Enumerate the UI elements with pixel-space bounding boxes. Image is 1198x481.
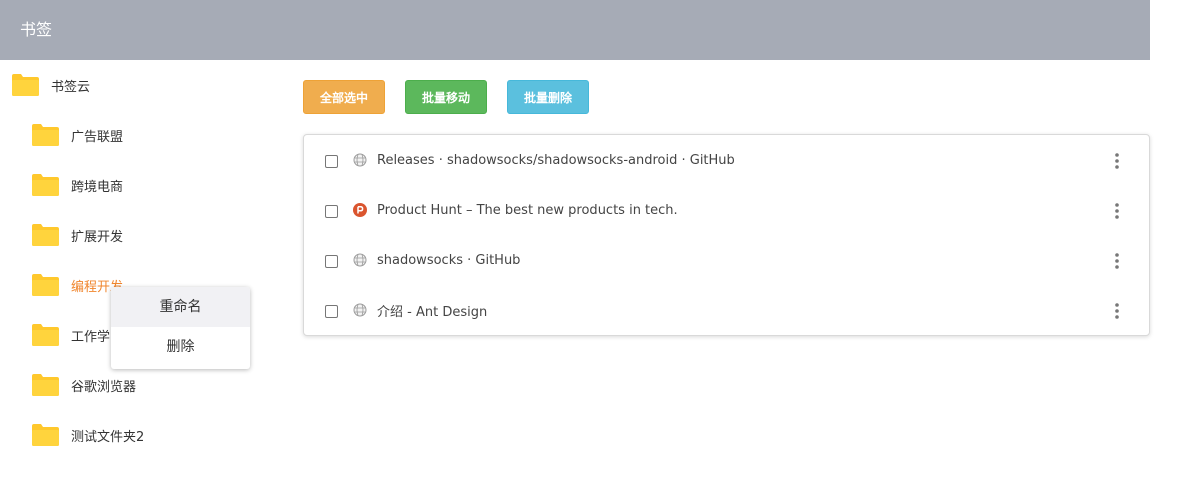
bookmark-title[interactable]: shadowsocks · GitHub: [377, 253, 520, 268]
bookmark-title[interactable]: Releases · shadowsocks/shadowsocks-andro…: [377, 153, 735, 168]
tree-item-root[interactable]: 书签云: [12, 74, 90, 96]
tree-item-folder[interactable]: 扩展开发: [32, 224, 123, 246]
tree-item-label: 扩展开发: [71, 229, 124, 245]
bookmark-list: Releases · shadowsocks/shadowsocks-andro…: [303, 134, 1150, 336]
bookmark-checkbox[interactable]: [325, 305, 338, 318]
tree-item-label: 谷歌浏览器: [71, 379, 137, 395]
bookmark-row: shadowsocks · GitHub: [304, 235, 1149, 285]
more-vertical-icon[interactable]: [1111, 152, 1123, 170]
app-header: 书签: [0, 0, 1150, 60]
tree-item-folder[interactable]: 跨境电商: [32, 174, 123, 196]
tree-item-label: 书签云: [51, 79, 91, 95]
bookmark-title[interactable]: Product Hunt – The best new products in …: [377, 203, 678, 218]
tree-item-label: 跨境电商: [71, 179, 124, 195]
folder-icon: [32, 174, 59, 196]
bookmark-checkbox[interactable]: [325, 255, 338, 268]
folder-icon: [32, 224, 59, 246]
tree-item-folder[interactable]: 谷歌浏览器: [32, 374, 136, 396]
rename-menu-item[interactable]: 重命名: [111, 287, 250, 327]
more-vertical-icon[interactable]: [1111, 302, 1123, 320]
more-vertical-icon[interactable]: [1111, 252, 1123, 270]
bookmark-row: 介绍 - Ant Design: [304, 285, 1149, 335]
select-all-button[interactable]: 全部选中: [303, 80, 385, 114]
tree-item-label: 测试文件夹2: [71, 429, 145, 445]
bookmark-checkbox[interactable]: [325, 155, 338, 168]
tree-item-label: 工作学: [71, 329, 111, 345]
globe-icon: [353, 153, 367, 167]
delete-menu-item[interactable]: 删除: [111, 327, 250, 367]
folder-icon: [32, 374, 59, 396]
tree-item-folder[interactable]: 测试文件夹2: [32, 424, 144, 446]
folder-icon: [12, 74, 39, 96]
tree-item-label: 广告联盟: [71, 129, 124, 145]
folder-icon: [32, 124, 59, 146]
globe-icon: [353, 303, 367, 317]
globe-icon: [353, 253, 367, 267]
context-menu: 重命名 删除: [111, 287, 250, 369]
bookmark-checkbox[interactable]: [325, 205, 338, 218]
folder-icon: [32, 324, 59, 346]
batch-move-button[interactable]: 批量移动: [405, 80, 487, 114]
tree-item-folder-active[interactable]: 编程开发: [32, 274, 123, 296]
bookmark-row: Product Hunt – The best new products in …: [304, 185, 1149, 235]
app-title: 书签: [20, 20, 53, 39]
product-hunt-icon: [353, 203, 367, 217]
tree-item-folder[interactable]: 广告联盟: [32, 124, 123, 146]
bookmark-title[interactable]: 介绍 - Ant Design: [377, 301, 487, 320]
tree-item-folder[interactable]: 工作学: [32, 324, 110, 346]
batch-delete-button[interactable]: 批量删除: [507, 80, 589, 114]
folder-icon: [32, 274, 59, 296]
bookmark-row: Releases · shadowsocks/shadowsocks-andro…: [304, 135, 1149, 185]
folder-icon: [32, 424, 59, 446]
more-vertical-icon[interactable]: [1111, 202, 1123, 220]
